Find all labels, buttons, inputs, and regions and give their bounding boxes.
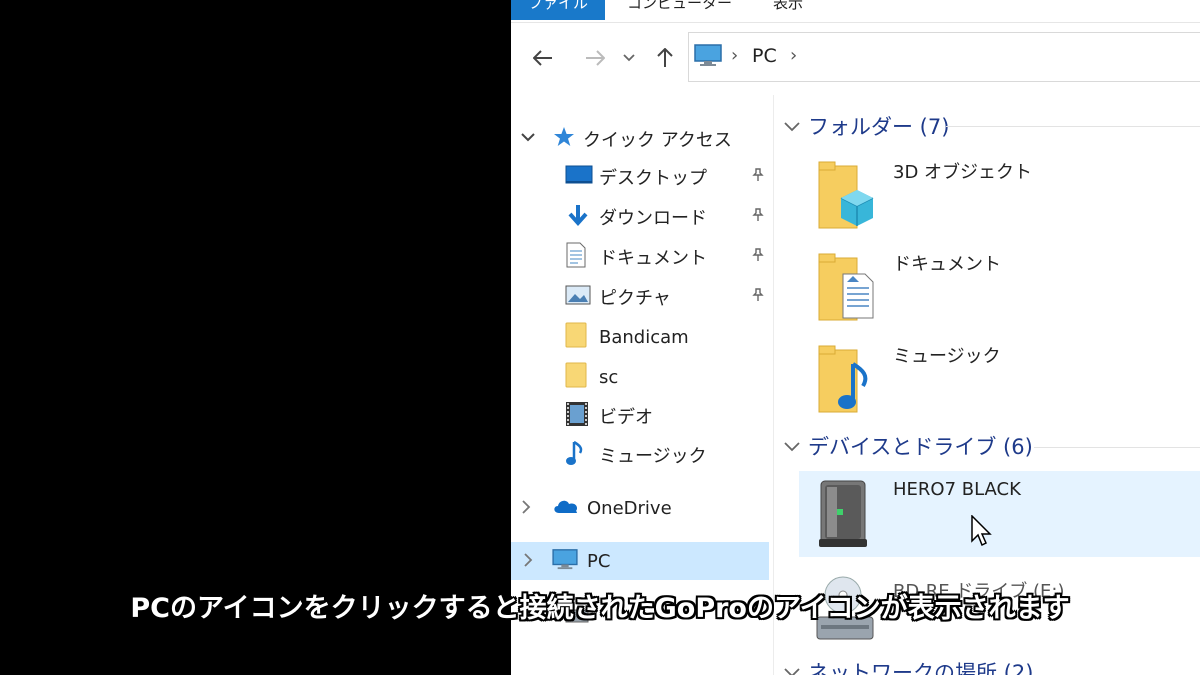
pin-icon[interactable]: [751, 168, 765, 186]
sidebar-item-label: ダウンロード: [599, 208, 707, 229]
folder-name: ドキュメント: [893, 254, 1001, 275]
sidebar-item-pictures[interactable]: ピクチャ: [565, 279, 771, 315]
breadcrumb-pc[interactable]: PC: [752, 45, 777, 67]
sidebar-item-pc[interactable]: PC: [511, 542, 769, 580]
tab-view[interactable]: 表示: [773, 0, 803, 20]
sidebar-item-label: ドキュメント: [599, 248, 707, 269]
sidebar-item-label: ビデオ: [599, 407, 653, 428]
folder-tile-3d-objects[interactable]: 3D オブジェクト: [799, 150, 1200, 234]
sidebar-item-onedrive[interactable]: OneDrive: [521, 490, 771, 526]
breadcrumb-separator-icon: ›: [731, 45, 739, 66]
sidebar-item-label: ピクチャ: [599, 288, 671, 309]
chevron-down-icon[interactable]: [784, 117, 800, 136]
sidebar-item-label: OneDrive: [587, 497, 672, 519]
folder-tile-documents[interactable]: ドキュメント: [799, 242, 1200, 326]
download-icon: [565, 203, 599, 232]
devices-group-header[interactable]: デバイスとドライブ (6): [784, 431, 1033, 461]
sidebar-item-label: ミュージック: [599, 446, 707, 467]
devices-group-label: デバイスとドライブ (6): [808, 435, 1033, 459]
pin-icon[interactable]: [751, 248, 765, 266]
chevron-right-icon[interactable]: [521, 498, 543, 519]
documents-folder-icon: [817, 250, 879, 328]
document-icon: [565, 242, 599, 273]
device-tile-hero7-black[interactable]: HERO7 BLACK: [799, 471, 1200, 557]
computer-icon: [551, 548, 587, 575]
3d-objects-folder-icon: [817, 158, 879, 236]
sidebar-item-music[interactable]: ミュージック: [565, 437, 771, 473]
address-bar[interactable]: › PC ›: [688, 32, 1200, 82]
chevron-right-icon[interactable]: [523, 551, 545, 572]
desktop-icon: [565, 164, 599, 191]
quick-access-item[interactable]: クイック アクセス: [521, 121, 771, 157]
music-icon: [565, 439, 599, 472]
ribbon-tabs: ファイル コンピューター 表示: [511, 0, 1200, 23]
removable-drive-icon: [813, 477, 877, 555]
sidebar-item-downloads[interactable]: ダウンロード: [565, 199, 771, 235]
mouse-cursor-icon: [970, 514, 992, 551]
quick-access-label: クイック アクセス: [583, 130, 732, 151]
network-group-header[interactable]: ネットワークの場所 (2): [784, 657, 1033, 675]
breadcrumb-separator-icon[interactable]: ›: [790, 45, 797, 66]
sidebar-item-sc[interactable]: sc: [565, 359, 771, 395]
sidebar-item-label: Bandicam: [599, 326, 689, 348]
chevron-down-icon[interactable]: [619, 48, 639, 68]
sidebar-item-label: デスクトップ: [599, 168, 707, 189]
sidebar-item-documents[interactable]: ドキュメント: [565, 239, 771, 275]
video-subtitle: PCのアイコンをクリックすると接続されたGoProのアイコンが表示されます: [130, 593, 1070, 624]
chevron-down-icon[interactable]: [784, 437, 800, 456]
folder-icon: [565, 362, 599, 393]
sidebar-item-videos[interactable]: ビデオ: [565, 398, 771, 434]
navigation-bar: › PC ›: [511, 23, 1200, 95]
network-group-label: ネットワークの場所 (2): [808, 661, 1034, 675]
folder-name: ミュージック: [893, 346, 1001, 367]
folder-icon: [565, 322, 599, 353]
star-icon: [553, 126, 583, 153]
divider: [1034, 447, 1200, 448]
video-black-area: [0, 0, 511, 675]
file-explorer-window: ファイル コンピューター 表示 › PC › クイック アクセス デスクトップ …: [511, 0, 1200, 675]
tab-computer[interactable]: コンピューター: [627, 0, 732, 20]
cloud-icon: [551, 497, 587, 520]
forward-arrow-icon[interactable]: [581, 48, 609, 68]
music-folder-icon: [817, 342, 879, 420]
picture-icon: [565, 285, 599, 310]
divider: [946, 126, 1200, 127]
folders-group-label: フォルダー (7): [808, 115, 950, 139]
folders-group-header[interactable]: フォルダー (7): [784, 111, 949, 141]
sidebar-item-label: PC: [587, 550, 611, 572]
pin-icon[interactable]: [751, 288, 765, 306]
device-name: HERO7 BLACK: [893, 479, 1021, 500]
folder-tile-music[interactable]: ミュージック: [799, 334, 1200, 418]
video-icon: [565, 401, 599, 432]
sidebar-item-bandicam[interactable]: Bandicam: [565, 319, 771, 355]
tab-file[interactable]: ファイル: [511, 0, 605, 20]
folder-name: 3D オブジェクト: [893, 162, 1033, 183]
pin-icon[interactable]: [751, 208, 765, 226]
sidebar-item-label: sc: [599, 366, 619, 388]
chevron-down-icon[interactable]: [521, 131, 545, 147]
back-arrow-icon[interactable]: [529, 48, 557, 68]
up-arrow-icon[interactable]: [651, 48, 679, 68]
chevron-down-icon[interactable]: [784, 663, 800, 675]
sidebar-item-desktop[interactable]: デスクトップ: [565, 159, 771, 195]
computer-icon: [693, 43, 723, 71]
